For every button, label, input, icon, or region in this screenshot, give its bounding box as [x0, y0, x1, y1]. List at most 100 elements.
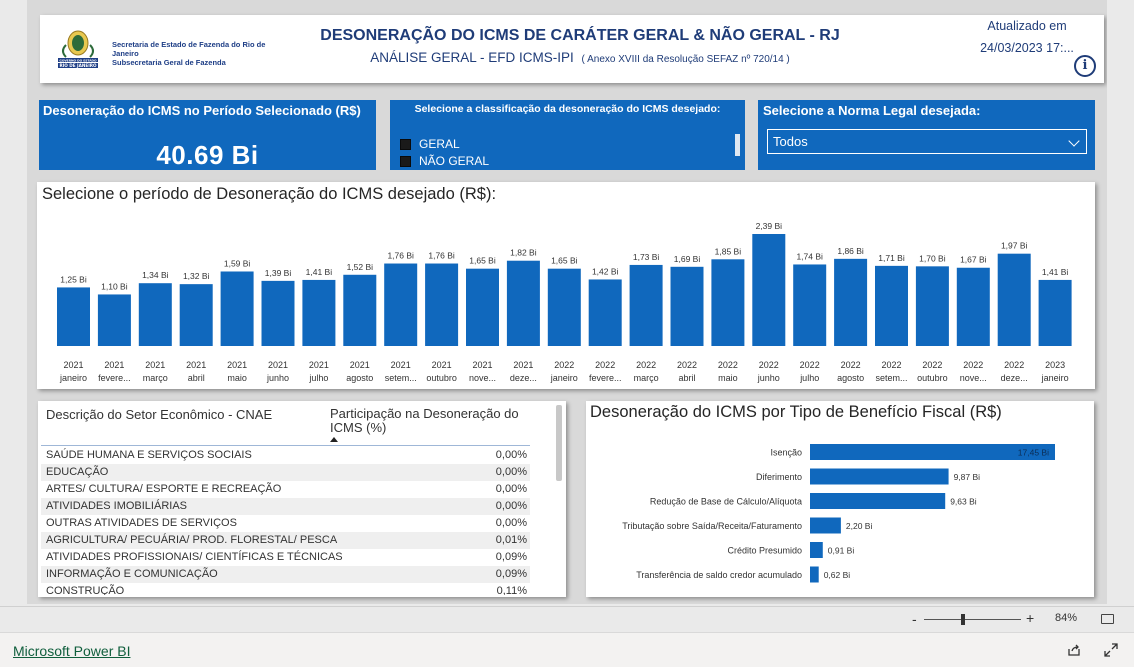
share-cell: 0,00% — [495, 466, 527, 478]
table-body: SAÚDE HUMANA E SERVIÇOS SOCIAIS 0,00% EDUC… — [41, 447, 530, 595]
period-bar[interactable] — [793, 264, 827, 346]
benefit-bar[interactable] — [810, 517, 841, 534]
sector-cell: ATIVIDADES IMOBILIÁRIAS — [46, 500, 187, 512]
x-tick-year: 2022 — [881, 360, 901, 370]
zoom-out-button[interactable]: - — [912, 611, 917, 627]
x-tick-year: 2022 — [800, 360, 820, 370]
slicer-option-nao-geral[interactable]: NÃO GERAL — [400, 154, 489, 168]
zoom-slider[interactable] — [924, 619, 1021, 620]
rj-crest-icon: GOVERNO DO ESTADO RIO DE JANEIRO — [58, 30, 98, 68]
checkbox[interactable] — [400, 138, 411, 150]
table-row[interactable]: OUTRAS ATIVIDADES DE SERVIÇOS 0,00% — [41, 515, 530, 532]
kpi-label: Desoneração do ICMS no Período Seleciona… — [43, 103, 361, 118]
benefit-value-label: 0,62 Bi — [824, 570, 851, 580]
bar-value-label: 1,25 Bi — [60, 274, 87, 284]
period-bar[interactable] — [1038, 279, 1072, 346]
table-row[interactable]: EDUCAÇÃO 0,00% — [41, 464, 530, 481]
period-bar[interactable] — [179, 284, 213, 346]
period-bar[interactable] — [261, 280, 295, 346]
bar-value-label: 1,73 Bi — [633, 252, 660, 262]
norma-dropdown[interactable]: Todos — [767, 129, 1087, 154]
x-tick-month: setem... — [875, 373, 907, 383]
x-tick-month: abril — [188, 373, 205, 383]
sector-cell: EDUCAÇÃO — [46, 466, 109, 478]
checkbox[interactable] — [400, 155, 411, 167]
table-row[interactable]: ARTES/ CULTURA/ ESPORTE E RECREAÇÃO 0,00% — [41, 481, 530, 498]
x-tick-year: 2022 — [922, 360, 942, 370]
x-tick-year: 2022 — [841, 360, 861, 370]
zoom-level: 84% — [1055, 612, 1078, 624]
period-bar[interactable] — [425, 263, 459, 346]
table-row[interactable]: ATIVIDADES IMOBILIÁRIAS 0,00% — [41, 498, 530, 515]
period-bar[interactable] — [956, 267, 990, 346]
benefit-bar[interactable] — [810, 468, 949, 485]
table-row[interactable]: ATIVIDADES PROFISSIONAIS/ CIENTÍFICAS E … — [41, 549, 530, 566]
period-bar[interactable] — [220, 271, 254, 346]
fullscreen-icon[interactable] — [1104, 643, 1118, 657]
slicer-option-geral[interactable]: GERAL — [400, 137, 460, 151]
benefit-value-label: 9,87 Bi — [954, 472, 981, 482]
table-scrollbar[interactable] — [556, 405, 562, 481]
benefit-bar[interactable] — [810, 566, 819, 583]
sector-cell: SAÚDE HUMANA E SERVIÇOS SOCIAIS — [46, 449, 252, 461]
period-bar[interactable] — [629, 264, 663, 346]
benefit-bar[interactable] — [810, 493, 946, 509]
kpi-value: 40.69 Bi — [156, 140, 259, 170]
info-icon[interactable]: i — [1074, 55, 1096, 77]
x-tick-year: 2022 — [1004, 360, 1024, 370]
x-tick-month: março — [143, 373, 168, 383]
sector-cell: AGRICULTURA/ PECUÁRIA/ PROD. FLORESTAL/ … — [46, 534, 338, 546]
classification-slicer: Selecione a classificação da desoneração… — [390, 100, 745, 170]
period-bar[interactable] — [711, 259, 745, 346]
period-bar[interactable] — [588, 279, 622, 346]
table-row[interactable]: INFORMAÇÃO E COMUNICAÇÃO 0,09% — [41, 566, 530, 583]
bar-value-label: 2,39 Bi — [756, 221, 783, 231]
x-tick-month: agosto — [837, 373, 864, 383]
share-cell: 0,00% — [495, 449, 527, 461]
zoom-slider-handle[interactable] — [961, 614, 965, 625]
x-tick-year: 2021 — [472, 360, 492, 370]
period-bar[interactable] — [670, 266, 704, 346]
share-cell: 0,00% — [495, 517, 527, 529]
period-bar[interactable] — [466, 268, 499, 346]
share-icon[interactable] — [1067, 643, 1081, 657]
period-bar[interactable] — [138, 283, 172, 346]
chevron-down-icon[interactable] — [1068, 135, 1080, 147]
option-label: GERAL — [419, 137, 460, 151]
benefit-category-label: Isenção — [770, 448, 802, 458]
period-bar[interactable] — [915, 266, 949, 346]
period-bar[interactable] — [875, 265, 908, 346]
period-bar[interactable] — [834, 258, 868, 346]
benefit-bar[interactable] — [810, 542, 823, 558]
bar-value-label: 1,71 Bi — [878, 253, 905, 263]
bar-value-label: 1,82 Bi — [510, 248, 537, 258]
header-card: GOVERNO DO ESTADO RIO DE JANEIRO Secreta… — [40, 15, 1104, 83]
period-bar[interactable] — [343, 274, 377, 346]
period-bar[interactable] — [302, 279, 336, 346]
period-bar[interactable] — [547, 268, 581, 346]
bar-value-label: 1,97 Bi — [1001, 241, 1028, 251]
period-bar[interactable] — [57, 287, 90, 346]
table-row[interactable]: AGRICULTURA/ PECUÁRIA/ PROD. FLORESTAL/ … — [41, 532, 530, 549]
norma-selected: Todos — [773, 134, 808, 149]
power-bi-link[interactable]: Microsoft Power BI — [13, 643, 130, 659]
svg-text:RIO DE JANEIRO: RIO DE JANEIRO — [59, 63, 97, 68]
zoom-in-button[interactable]: + — [1026, 610, 1034, 626]
bar-value-label: 1,74 Bi — [796, 251, 823, 261]
report-title: DESONERAÇÃO DO ICMS DE CARÁTER GERAL & N… — [320, 27, 840, 44]
period-bar[interactable] — [997, 253, 1031, 346]
bar-value-label: 1,86 Bi — [837, 246, 864, 256]
fit-to-page-icon[interactable] — [1101, 614, 1114, 624]
period-bar[interactable] — [97, 294, 131, 346]
col-header-sector[interactable]: Descrição do Setor Econômico - CNAE — [46, 407, 272, 422]
slicer-scrollbar[interactable] — [735, 134, 740, 156]
zoom-bar: - + 84% — [0, 606, 1134, 631]
table-row[interactable]: CONSTRUÇÃO 0,11% — [41, 583, 530, 595]
period-bar[interactable] — [752, 234, 786, 346]
x-tick-year: 2021 — [63, 360, 83, 370]
col-header-share[interactable]: Participação na Desoneração do ICMS (%) — [330, 407, 535, 435]
period-bar[interactable] — [506, 260, 540, 346]
x-tick-month: setem... — [385, 373, 417, 383]
period-bar[interactable] — [384, 263, 418, 346]
table-row[interactable]: SAÚDE HUMANA E SERVIÇOS SOCIAIS 0,00% — [41, 447, 530, 464]
